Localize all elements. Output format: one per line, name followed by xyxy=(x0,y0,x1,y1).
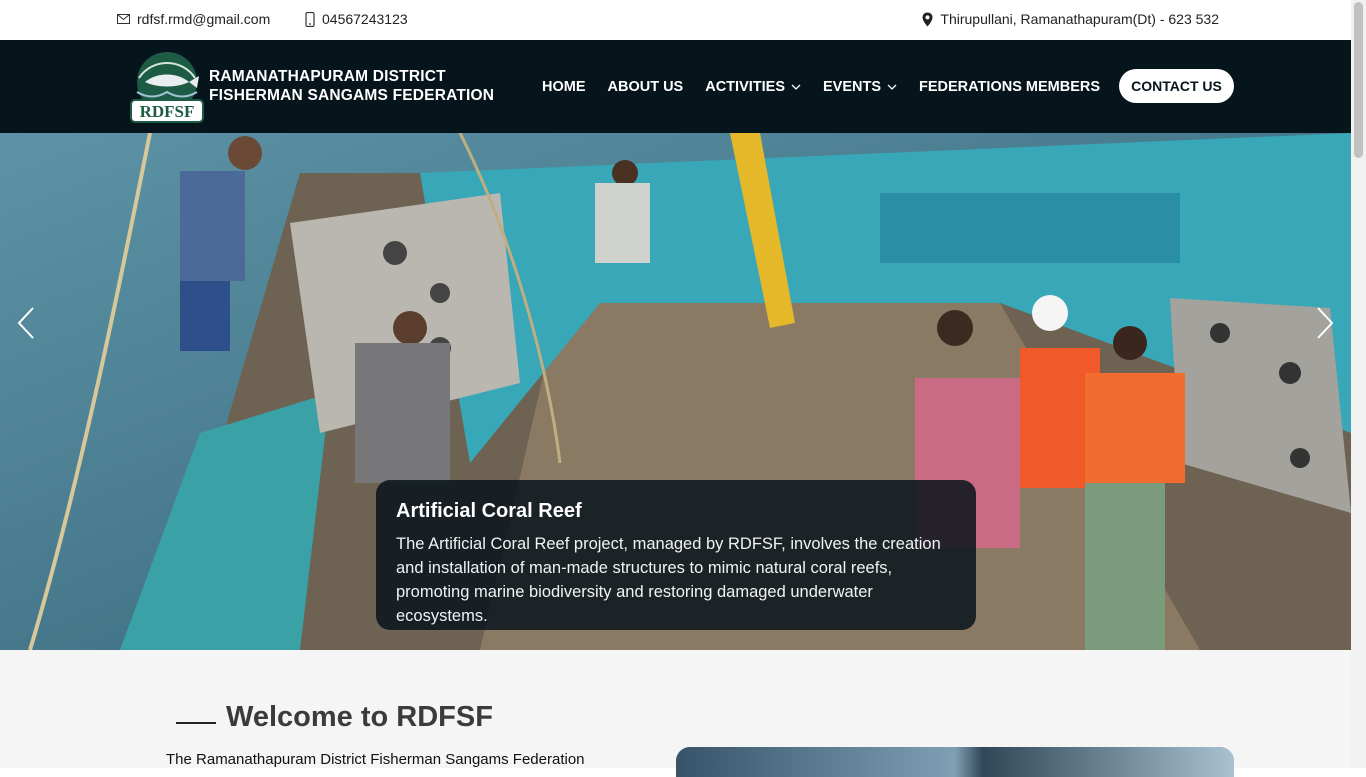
hero-slider: Artificial Coral Reef The Artificial Cor… xyxy=(0,133,1351,650)
title-accent-line xyxy=(176,722,216,724)
nav-about-label: ABOUT US xyxy=(607,78,684,95)
mobile-phone-icon xyxy=(305,11,315,27)
federation-logo[interactable]: RDFSF xyxy=(127,48,205,126)
brand-line-2: FISHERMAN SANGAMS FEDERATION xyxy=(209,87,495,104)
mail-icon xyxy=(117,14,130,24)
brand-line-1: RAMANATHAPURAM DISTRICT xyxy=(209,68,446,85)
nav-home[interactable]: HOME xyxy=(542,79,586,95)
nav-about-us[interactable]: ABOUT US xyxy=(608,79,684,95)
top-info-bar: rdfsf.rmd@gmail.com 04567243123 Thirupul… xyxy=(0,0,1351,41)
logo-emblem-icon: RDFSF xyxy=(130,52,204,123)
main-navigation: HOME ABOUT US ACTIVITIES EVENTS FEDERATI… xyxy=(542,40,1122,133)
welcome-photo-image xyxy=(676,747,1234,777)
welcome-title: Welcome to RDFSF xyxy=(226,701,493,733)
welcome-photo xyxy=(676,747,1234,777)
page-scrollbar[interactable] xyxy=(1351,0,1366,768)
chevron-right-icon xyxy=(1317,307,1334,339)
nav-events[interactable]: EVENTS xyxy=(823,79,897,95)
main-header: RDFSF RAMANATHAPURAM DISTRICT FISHERMAN … xyxy=(0,40,1351,133)
scrollbar-thumb[interactable] xyxy=(1354,2,1363,158)
chevron-down-icon xyxy=(791,84,801,90)
phone-contact[interactable]: 04567243123 xyxy=(305,11,408,27)
nav-members-label: FEDERATIONS MEMBERS xyxy=(919,78,1101,95)
nav-activities[interactable]: ACTIVITIES xyxy=(705,79,801,95)
brand-name[interactable]: RAMANATHAPURAM DISTRICT FISHERMAN SANGAM… xyxy=(209,67,494,105)
nav-federations-members[interactable]: FEDERATIONS MEMBERS xyxy=(919,79,1100,95)
slider-next-button[interactable] xyxy=(1305,293,1345,353)
email-contact[interactable]: rdfsf.rmd@gmail.com xyxy=(117,11,270,27)
location-pin-icon xyxy=(922,12,933,26)
chevron-down-icon xyxy=(887,84,897,90)
slide-caption-text: The Artificial Coral Reef project, manag… xyxy=(396,535,941,625)
address-text: Thirupullani, Ramanathapuram(Dt) - 623 5… xyxy=(940,11,1219,27)
chevron-left-icon xyxy=(17,307,34,339)
slide-caption-title: Artificial Coral Reef xyxy=(396,500,582,522)
slide-caption: Artificial Coral Reef The Artificial Cor… xyxy=(376,480,976,630)
welcome-section: Welcome to RDFSF The Ramanathapuram Dist… xyxy=(0,650,1351,777)
contact-us-button[interactable]: CONTACT US xyxy=(1119,69,1234,103)
email-text[interactable]: rdfsf.rmd@gmail.com xyxy=(137,11,270,27)
slider-prev-button[interactable] xyxy=(6,293,46,353)
nav-events-label: EVENTS xyxy=(823,78,882,95)
nav-home-label: HOME xyxy=(542,78,586,95)
address-contact: Thirupullani, Ramanathapuram(Dt) - 623 5… xyxy=(922,11,1219,27)
phone-text[interactable]: 04567243123 xyxy=(322,11,408,27)
welcome-intro-text: The Ramanathapuram District Fisherman Sa… xyxy=(166,751,585,768)
logo-text: RDFSF xyxy=(140,102,195,121)
nav-activities-label: ACTIVITIES xyxy=(705,78,785,95)
